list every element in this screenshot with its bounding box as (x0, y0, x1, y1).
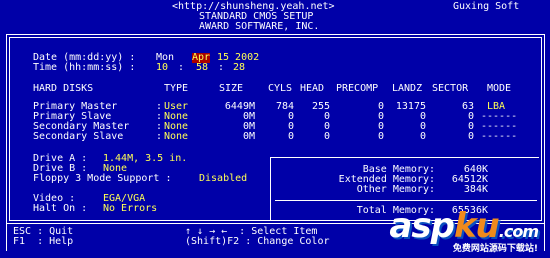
disk-precomp: 0 (377, 101, 384, 112)
disk-sector: 0 (467, 131, 474, 142)
memory-divider (275, 200, 537, 201)
header-brand: Guxing Soft (453, 1, 520, 12)
halt-field[interactable]: No Errors (103, 204, 157, 214)
disk-precomp: 0 (377, 111, 384, 122)
time-hour-field[interactable]: 10 (156, 63, 168, 73)
time-sep-1: : (178, 62, 185, 73)
time-label: Time (hh:mm:ss) : (33, 62, 136, 73)
watermark-ku: ku (453, 206, 500, 246)
col-mode: MODE (487, 83, 512, 94)
time-minute-field[interactable]: 58 (196, 63, 208, 73)
time-sep-2: : (218, 62, 225, 73)
disk-head: 0 (323, 131, 330, 142)
col-sector: SECTOR (432, 83, 469, 94)
disk-size: 0M (242, 131, 255, 142)
disk-precomp: 0 (377, 121, 384, 132)
disk-precomp: 0 (377, 131, 384, 142)
disk-name: Secondary Slave (33, 131, 124, 142)
floppy-label: Floppy 3 Mode Support : (33, 173, 172, 184)
disk-type-field[interactable]: None (164, 132, 188, 142)
other-memory-value: 384K (463, 184, 488, 195)
col-type: TYPE (164, 83, 189, 94)
watermark-com: .com (498, 222, 539, 241)
other-memory-label: Other Memory: (356, 184, 435, 195)
floppy-field[interactable]: Disabled (199, 174, 247, 184)
disk-cyls: 0 (287, 131, 294, 142)
col-landz: LANDZ (392, 83, 423, 94)
footer-change-color[interactable]: (Shift)F2 : Change Color (185, 237, 330, 247)
disk-landz: 0 (419, 131, 426, 142)
col-cyls: CYLS (268, 83, 293, 94)
halt-label: Halt On : (33, 203, 88, 214)
footer-f1-help[interactable]: F1 : Help (13, 237, 73, 247)
watermark-asp: asp (389, 206, 455, 246)
watermark-subtitle: 免费网站源码下载站! (450, 244, 540, 254)
disk-mode: ------ (481, 131, 518, 142)
col-precomp: PRECOMP (336, 83, 379, 94)
time-second-field[interactable]: 28 (233, 63, 245, 73)
col-size: SIZE (219, 83, 244, 94)
col-hard-disks: HARD DISKS (33, 83, 94, 94)
header-subtitle: AWARD SOFTWARE, INC. (199, 21, 320, 32)
col-head: HEAD (300, 83, 325, 94)
